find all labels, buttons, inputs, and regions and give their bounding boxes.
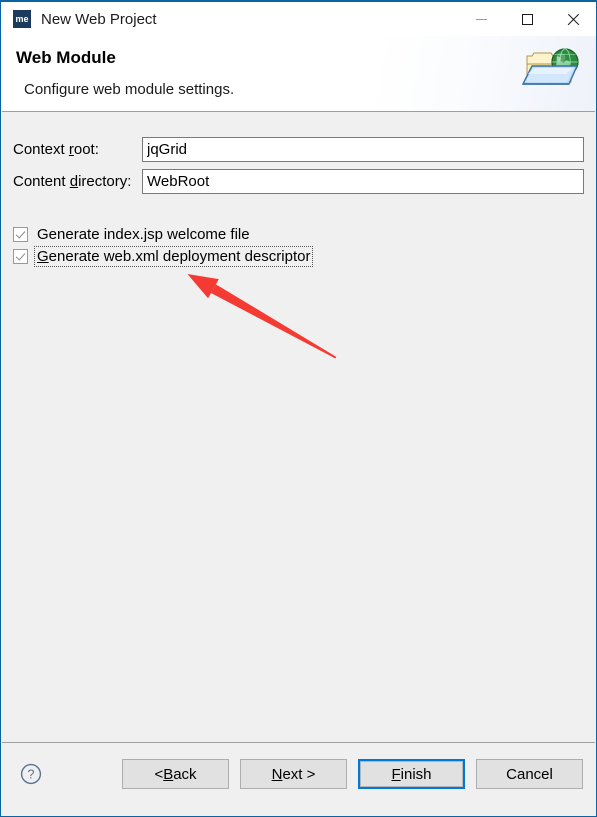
maximize-icon bbox=[521, 13, 533, 25]
help-question-icon[interactable]: ? bbox=[20, 763, 42, 785]
new-web-project-dialog: me New Web Project Web Module Configure … bbox=[0, 0, 597, 817]
checkbox-checked-icon[interactable] bbox=[13, 226, 28, 242]
cancel-button[interactable]: Cancel bbox=[476, 759, 583, 789]
window-title: New Web Project bbox=[41, 10, 157, 28]
page-title: Web Module bbox=[16, 48, 116, 67]
back-button[interactable]: < Back bbox=[122, 759, 229, 789]
wizard-header: Web Module Configure web module settings… bbox=[2, 36, 595, 112]
content-directory-row: Content directory: bbox=[2, 169, 595, 194]
context-root-input[interactable] bbox=[142, 137, 584, 162]
context-root-label: Context root: bbox=[13, 141, 99, 158]
content-directory-label: Content directory: bbox=[13, 173, 132, 190]
close-button[interactable] bbox=[550, 2, 596, 36]
dialog-footer: ? < Back Next > Finish Cancel bbox=[2, 742, 595, 815]
generate-web-xml-checkbox-row[interactable]: Generate web.xml deployment descriptor bbox=[13, 245, 314, 267]
generate-index-jsp-label: Generate index.jsp welcome file bbox=[37, 225, 250, 243]
title-bar: me New Web Project bbox=[1, 2, 596, 36]
close-icon bbox=[567, 13, 580, 26]
dialog-body: Context root: Content directory: Generat… bbox=[2, 113, 595, 743]
svg-text:?: ? bbox=[28, 768, 35, 782]
next-button[interactable]: Next > bbox=[240, 759, 347, 789]
context-root-row: Context root: bbox=[2, 137, 595, 162]
page-description: Configure web module settings. bbox=[24, 81, 235, 98]
button-bar: < Back Next > Finish Cancel bbox=[122, 759, 583, 789]
maximize-button[interactable] bbox=[504, 2, 550, 36]
checkbox-checked-icon[interactable] bbox=[13, 248, 28, 264]
generate-web-xml-label: Generate web.xml deployment descriptor bbox=[33, 245, 314, 267]
myeclipse-app-icon: me bbox=[13, 10, 31, 28]
content-directory-input[interactable] bbox=[142, 169, 584, 194]
window-controls bbox=[458, 2, 596, 36]
generate-index-jsp-checkbox-row[interactable]: Generate index.jsp welcome file bbox=[13, 224, 252, 244]
finish-button[interactable]: Finish bbox=[358, 759, 465, 789]
minimize-icon bbox=[475, 18, 487, 20]
minimize-button[interactable] bbox=[458, 2, 504, 36]
web-folder-globe-icon bbox=[521, 48, 579, 85]
